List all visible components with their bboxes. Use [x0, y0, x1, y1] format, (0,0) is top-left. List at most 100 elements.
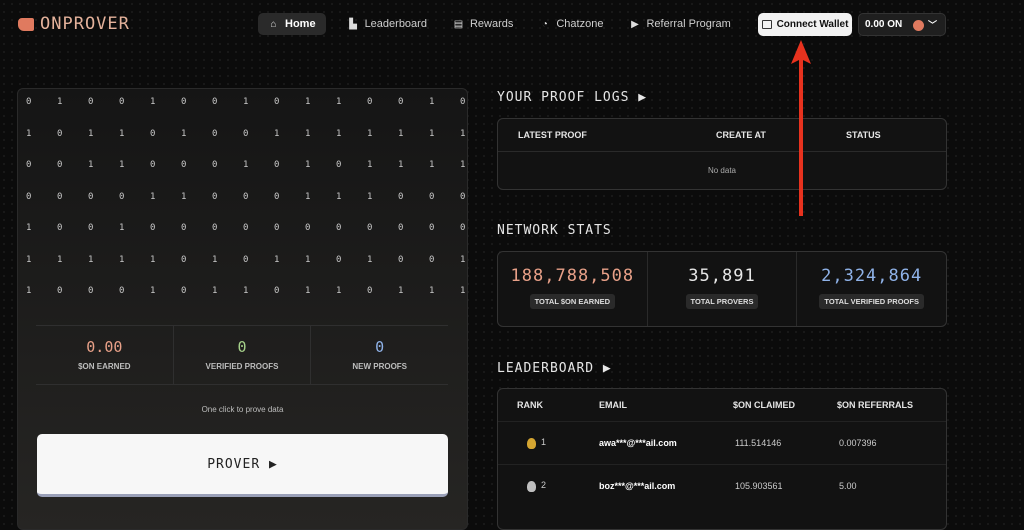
column-header: $ON CLAIMED [733, 400, 796, 410]
logo[interactable]: ONPROVER [18, 14, 130, 34]
bit-cell: 0 [181, 223, 187, 233]
bit-cell: 0 [212, 191, 218, 202]
main-nav: ⌂ Home ▙ Leaderboard ▤ Rewards ◔ Chatzon… [258, 13, 741, 35]
bit-row: 0 0 0 0 1 1 0 0 0 1 1 1 0 0 0 [26, 192, 491, 224]
bit-cell: 1 [367, 128, 373, 139]
bit-cell: 0 [243, 223, 249, 233]
bit-cell: 0 [181, 254, 187, 265]
balance-dropdown[interactable]: 0.00 ON ﹀ [858, 13, 946, 36]
bit-cell: 1 [429, 160, 435, 170]
net-stat-earned: 188,788,508 TOTAL $ON EARNED [498, 252, 648, 326]
bit-cell: 0 [57, 223, 63, 233]
table-row[interactable]: 2 boz***@***ail.com 105.903561 5.00 [498, 464, 946, 507]
nav-label: Home [285, 18, 316, 30]
bit-cell: 0 [212, 160, 218, 170]
bit-cell: 1 [26, 254, 32, 265]
bit-cell: 0 [119, 191, 125, 202]
net-stat-label: TOTAL $ON EARNED [529, 294, 616, 309]
nav-chatzone[interactable]: ◔ Chatzone [529, 13, 613, 35]
rank-cell: 1 [498, 437, 599, 449]
silver-medal-icon [527, 480, 536, 492]
connect-wallet-button[interactable]: Connect Wallet [758, 13, 852, 36]
bit-cell: 0 [305, 223, 311, 233]
net-stat-label: TOTAL PROVERS [685, 294, 759, 309]
leaderboard-icon: ▙ [349, 18, 357, 30]
proof-logs-table: LATEST PROOF CREATE AT STATUS No data [497, 118, 947, 190]
bit-cell: 1 [305, 191, 311, 202]
column-header: CREATE AT [716, 130, 766, 140]
bit-cell: 0 [367, 97, 373, 107]
stat-verified: 0 VERIFIED PROOFS [174, 326, 312, 384]
bit-cell: 0 [119, 97, 125, 107]
logo-mark-icon [18, 17, 34, 31]
nav-rewards[interactable]: ▤ Rewards [443, 13, 523, 35]
table-row[interactable]: 1 awa***@***ail.com 111.514146 0.007396 [498, 421, 946, 464]
stat-new: 0 NEW PROOFS [311, 326, 448, 384]
bit-cell: 0 [460, 191, 466, 202]
bit-cell: 1 [212, 254, 218, 265]
bit-cell: 0 [367, 223, 373, 233]
bit-cell: 1 [336, 97, 342, 107]
prover-stats: 0.00 $ON EARNED 0 VERIFIED PROOFS 0 NEW … [36, 325, 448, 385]
bit-row: 1 0 1 1 0 1 0 0 1 1 1 1 1 1 1 [26, 129, 491, 161]
referrals-cell: 5.00 [839, 481, 857, 491]
network-stats-title: NETWORK STATS [497, 223, 612, 238]
table-header: RANK EMAIL $ON CLAIMED $ON REFERRALS [498, 389, 946, 421]
prover-button[interactable]: PROVER ▶ [37, 434, 448, 497]
column-header: LATEST PROOF [518, 130, 587, 140]
bit-cell: 0 [429, 254, 435, 265]
leaderboard-title[interactable]: LEADERBOARD ▶ [497, 361, 612, 376]
bit-cell: 1 [57, 97, 63, 107]
rewards-icon: ▤ [453, 18, 464, 30]
chevron-down-icon: ﹀ [927, 20, 937, 30]
nav-referral[interactable]: ▶ Referral Program [619, 13, 740, 35]
nav-home[interactable]: ⌂ Home [258, 13, 326, 35]
bit-cell: 0 [88, 191, 94, 202]
bit-cell: 0 [274, 191, 280, 202]
bit-cell: 1 [274, 254, 280, 265]
balance-value: 0.00 ON [865, 19, 903, 30]
bit-cell: 0 [26, 191, 32, 202]
chat-icon: ◔ [541, 18, 548, 30]
bit-cell: 0 [212, 128, 218, 139]
empty-state: No data [707, 166, 737, 175]
proof-logs-title[interactable]: YOUR PROOF LOGS ▶ [497, 90, 647, 105]
bit-cell: 0 [274, 223, 280, 233]
bit-cell: 0 [243, 254, 249, 265]
bit-row: 0 0 1 1 0 0 0 1 0 1 0 1 1 1 1 [26, 160, 491, 192]
net-stat-value: 35,891 [688, 266, 756, 286]
nav-label: Referral Program [646, 18, 731, 30]
nav-label: Rewards [469, 18, 514, 30]
home-icon: ⌂ [270, 18, 277, 30]
bit-cell: 0 [57, 128, 63, 139]
net-stat-value: 2,324,864 [821, 266, 923, 286]
token-icon [912, 19, 924, 31]
bit-row: 1 0 0 1 0 0 0 0 0 0 0 0 0 0 0 [26, 223, 491, 255]
bit-cell: 0 [243, 191, 249, 202]
column-header: EMAIL [599, 400, 627, 410]
bit-cell: 0 [150, 223, 156, 233]
bit-cell: 1 [119, 254, 125, 265]
bit-cell: 1 [460, 286, 466, 296]
connect-wallet-label: Connect Wallet [776, 19, 849, 30]
bit-cell: 1 [305, 128, 311, 139]
bit-cell: 0 [460, 223, 466, 233]
claimed-cell: 111.514146 [735, 438, 782, 448]
stat-label: VERIFIED PROOFS [205, 362, 279, 371]
bit-cell: 1 [212, 286, 218, 296]
bit-cell: 1 [305, 254, 311, 265]
bit-cell: 1 [119, 128, 125, 139]
bit-cell: 1 [429, 286, 435, 296]
bit-cell: 1 [26, 128, 32, 139]
referral-icon: ▶ [631, 18, 639, 30]
bit-cell: 0 [181, 160, 187, 170]
bit-cell: 0 [398, 223, 404, 233]
bit-cell: 0 [243, 128, 249, 139]
nav-label: Leaderboard [364, 18, 427, 30]
bit-cell: 1 [336, 191, 342, 202]
stat-earned: 0.00 $ON EARNED [36, 326, 174, 384]
email-cell: awa***@***ail.com [599, 438, 677, 448]
nav-leaderboard[interactable]: ▙ Leaderboard [338, 13, 437, 35]
bit-cell: 1 [57, 254, 63, 265]
bit-cell: 1 [181, 128, 187, 139]
